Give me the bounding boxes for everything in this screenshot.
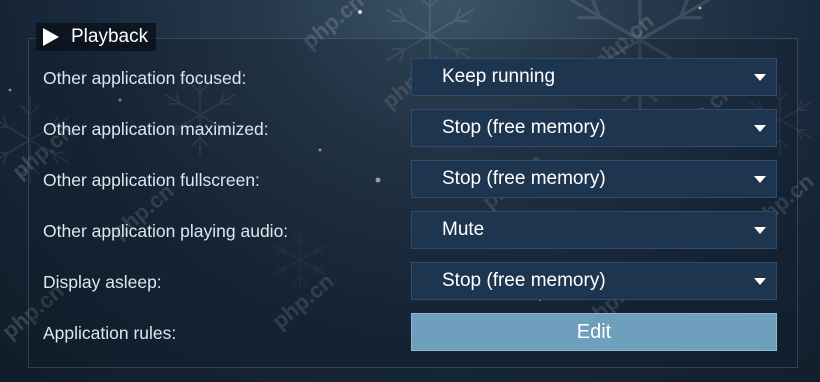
setting-label-focused: Other application focused:: [43, 68, 247, 88]
dropdown-playing-audio[interactable]: Mute: [411, 211, 777, 249]
dropdown-value: Stop (free memory): [442, 168, 606, 189]
section-title: Playback: [71, 26, 149, 47]
chevron-down-icon: [754, 277, 766, 285]
section-header: Playback: [36, 23, 157, 51]
dropdown-value: Stop (free memory): [442, 117, 606, 138]
dropdown-display-asleep[interactable]: Stop (free memory): [411, 262, 777, 300]
dropdown-maximized[interactable]: Stop (free memory): [411, 109, 777, 147]
chevron-down-icon: [754, 226, 766, 234]
dropdown-fullscreen[interactable]: Stop (free memory): [411, 160, 777, 198]
chevron-down-icon: [754, 73, 766, 81]
chevron-down-icon: [754, 124, 766, 132]
setting-label-display-asleep: Display asleep:: [43, 272, 162, 292]
setting-label-maximized: Other application maximized:: [43, 119, 269, 139]
edit-rules-button[interactable]: Edit: [411, 313, 777, 351]
setting-label-playing-audio: Other application playing audio:: [43, 221, 289, 241]
chevron-down-icon: [754, 175, 766, 183]
application-rules-label: Application rules:: [43, 323, 177, 343]
play-icon: [43, 28, 59, 46]
setting-label-fullscreen: Other application fullscreen:: [43, 170, 260, 190]
dropdown-value: Stop (free memory): [442, 270, 606, 291]
dropdown-value: Keep running: [442, 66, 556, 87]
dropdown-value: Mute: [442, 219, 485, 240]
dropdown-focused[interactable]: Keep running: [411, 58, 777, 96]
